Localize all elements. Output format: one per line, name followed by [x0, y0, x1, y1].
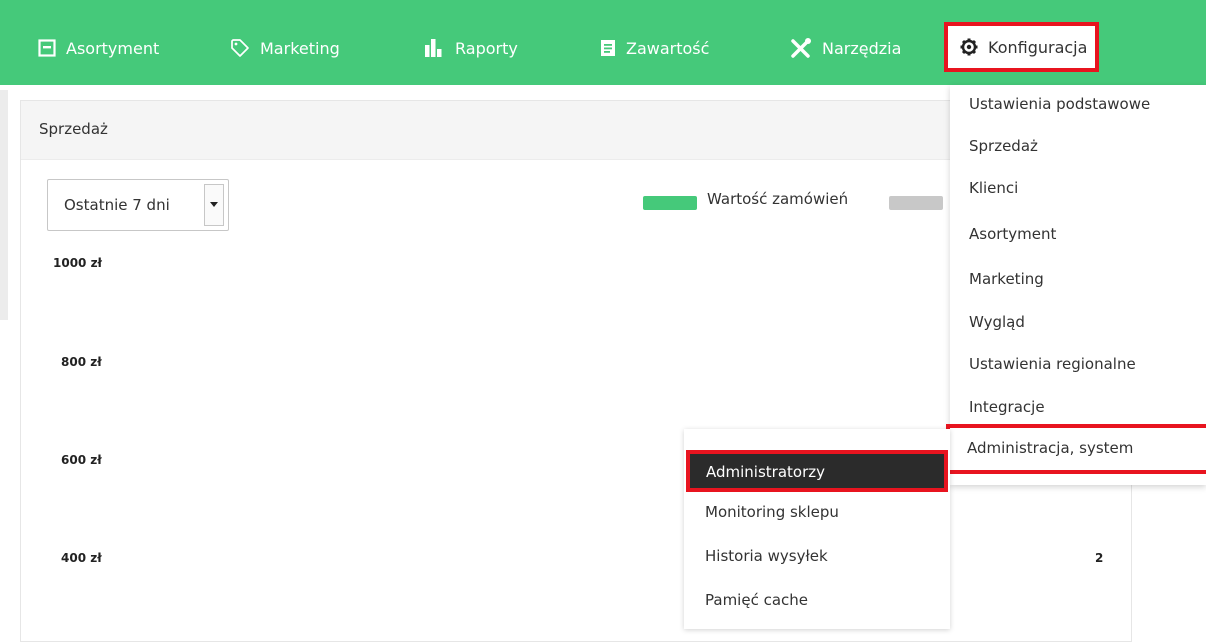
legend-swatch-orders	[643, 196, 697, 210]
menu-item-ustawienia-podstawowe[interactable]: Ustawienia podstawowe	[969, 95, 1150, 113]
y-tick-label: 1000 zł	[53, 256, 103, 270]
nav-konfiguracja[interactable]: Konfiguracja	[944, 22, 1100, 72]
bar-data-label: 2	[1095, 551, 1104, 565]
nav-label: Narzędzia	[822, 38, 902, 58]
menu-item-administracja-system[interactable]: Administracja, system	[946, 424, 1206, 474]
legend-swatch-second	[889, 196, 943, 210]
nav-label: Konfiguracja	[988, 37, 1088, 57]
box-icon	[38, 39, 56, 57]
nav-label: Raporty	[455, 38, 518, 58]
y-tick-label: 400 zł	[61, 551, 102, 565]
bar-chart-icon	[425, 39, 445, 57]
submenu-item-historia-wysylek[interactable]: Historia wysyłek	[705, 547, 828, 565]
period-select[interactable]: Ostatnie 7 dni	[47, 179, 229, 231]
document-icon	[600, 39, 616, 57]
panel-title: Sprzedaż	[39, 120, 108, 138]
page-edge	[0, 90, 8, 320]
nav-label: Zawartość	[626, 38, 710, 58]
legend-label-orders: Wartość zamówień	[707, 190, 849, 208]
chevron-down-icon[interactable]	[204, 184, 224, 226]
nav-label: Asortyment	[66, 38, 160, 58]
menu-item-wyglad[interactable]: Wygląd	[969, 313, 1025, 331]
menu-item-ustawienia-regionalne[interactable]: Ustawienia regionalne	[969, 355, 1136, 373]
menu-item-marketing[interactable]: Marketing	[969, 270, 1044, 288]
y-tick-label: 800 zł	[61, 355, 102, 369]
nav-asortyment[interactable]: Asortyment	[38, 31, 159, 65]
menu-item-klienci[interactable]: Klienci	[969, 179, 1018, 197]
top-navigation: Asortyment Marketing Raporty Zawartość N…	[0, 0, 1206, 85]
administracja-submenu: Administratorzy Monitoring sklepu Histor…	[684, 429, 950, 629]
config-dropdown: Ustawienia podstawowe Sprzedaż Klienci A…	[946, 85, 1206, 485]
tag-icon	[230, 38, 250, 58]
menu-item-sprzedaz[interactable]: Sprzedaż	[969, 137, 1038, 155]
gear-icon	[960, 38, 978, 56]
nav-label: Marketing	[260, 38, 340, 58]
submenu-item-administratorzy[interactable]: Administratorzy	[686, 450, 948, 492]
period-select-value: Ostatnie 7 dni	[64, 196, 170, 214]
tools-icon	[790, 38, 812, 58]
menu-item-integracje[interactable]: Integracje	[969, 398, 1045, 416]
nav-zawartosc[interactable]: Zawartość	[600, 31, 709, 65]
menu-item-asortyment[interactable]: Asortyment	[969, 225, 1056, 243]
submenu-item-pamiec-cache[interactable]: Pamięć cache	[705, 591, 808, 609]
nav-raporty[interactable]: Raporty	[425, 31, 518, 65]
y-tick-label: 600 zł	[61, 453, 102, 467]
nav-marketing[interactable]: Marketing	[230, 31, 340, 65]
nav-narzedzia[interactable]: Narzędzia	[790, 31, 901, 65]
submenu-item-monitoring-sklepu[interactable]: Monitoring sklepu	[705, 503, 839, 521]
